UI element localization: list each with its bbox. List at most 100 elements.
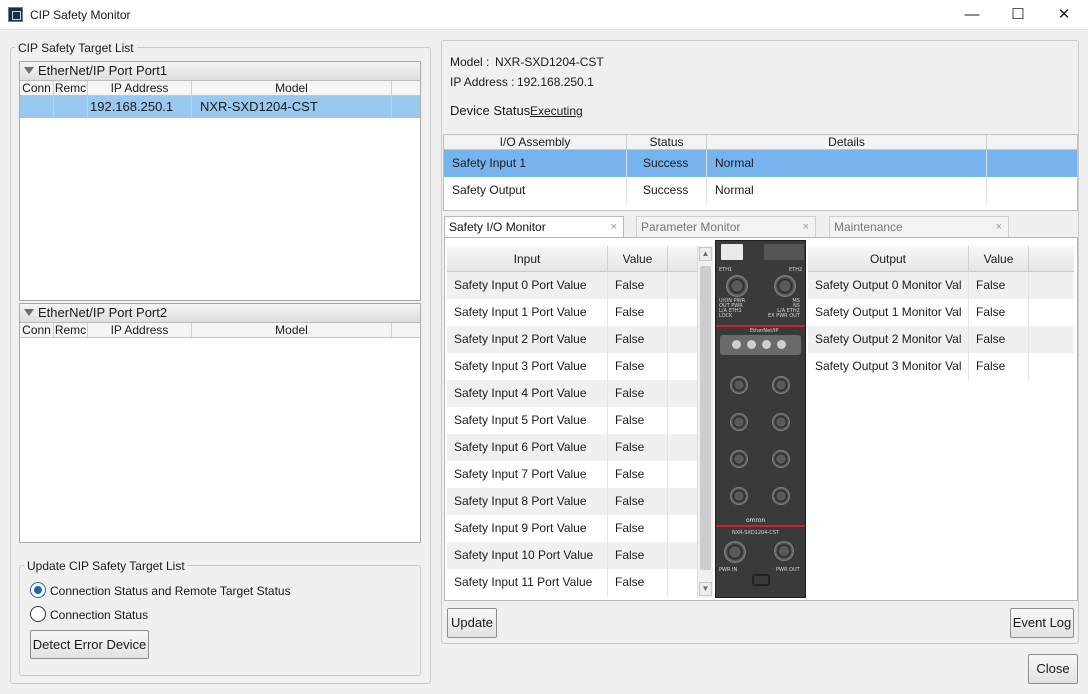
col-connection[interactable]: Conn [20,323,54,337]
radio-connection-status-label[interactable]: Connection Status [50,608,148,622]
device-right-led-labels: MS NS L/A ETH2 EX PWR OUT [768,298,800,319]
window-close-button[interactable]: ✕ [1041,0,1087,30]
table-row[interactable]: Safety Output 2 Monitor Val False [808,326,1074,353]
col-remote[interactable]: Remc [54,81,88,95]
device-eth1-label: ETH1 [719,267,733,273]
target-list-group-title: CIP Safety Target List [15,41,137,55]
eth2-port-icon [774,275,796,297]
table-row[interactable]: Safety Input 8 Port Value False [447,488,697,515]
assembly-status: Success [627,150,707,177]
eth1-port-icon [726,275,748,297]
io-name: Safety Input 11 Port Value [447,569,608,596]
device-ethernetip-label: EtherNet/IP [750,328,779,334]
col-model[interactable]: Model [192,323,392,337]
ip-address-label: IP Address : [450,75,515,89]
port1-panel: EtherNet/IP Port Port1 Conn Remc IP Addr… [19,61,421,301]
radio-connection-and-remote[interactable] [30,582,46,598]
output-rows: Safety Output 0 Monitor Val False Safety O… [808,272,1074,380]
detect-error-device-button[interactable]: Detect Error Device [30,630,149,659]
col-io-assembly[interactable]: I/O Assembly [444,135,627,149]
col-value[interactable]: Value [608,246,668,272]
io-value: False [608,380,668,407]
port2-header[interactable]: EtherNet/IP Port Port2 [20,304,420,323]
update-group-title: Update CIP Safety Target List [24,559,188,573]
col-model[interactable]: Model [192,81,392,95]
table-row[interactable]: Safety Input 3 Port Value False [447,353,697,380]
update-button[interactable]: Update [447,608,497,638]
collapse-triangle-icon[interactable] [24,309,34,316]
collapse-triangle-icon[interactable] [24,67,34,74]
target-row[interactable]: 192.168.250.1 NXR-SXD1204-CST [20,96,420,118]
col-remote[interactable]: Remc [54,323,88,337]
input-rows: Safety Input 0 Port Value False Safety Inp… [447,272,697,596]
event-log-button[interactable]: Event Log [1010,608,1074,638]
tab-close-icon[interactable]: × [996,217,1002,237]
scroll-thumb[interactable] [700,266,711,570]
table-row[interactable]: Safety Input 1 Success Normal [444,150,1077,177]
minimize-button[interactable]: — [949,0,995,30]
io-name: Safety Output 3 Monitor Val [808,353,969,380]
io-value: False [608,542,668,569]
table-row[interactable]: Safety Input 7 Port Value False [447,461,697,488]
input-table-header: Input Value [447,246,697,272]
table-row[interactable]: Safety Input 6 Port Value False [447,434,697,461]
radio-connection-and-remote-label[interactable]: Connection Status and Remote Target Stat… [50,584,291,598]
scroll-up-icon[interactable]: ▲ [699,247,712,261]
table-row[interactable]: Safety Output 0 Monitor Val False [808,272,1074,299]
table-row[interactable]: Safety Input 4 Port Value False [447,380,697,407]
table-row[interactable]: Safety Output 3 Monitor Val False [808,353,1074,380]
device-model-label: NXR-SXD1204-CST [732,530,779,536]
device-red-stripe [716,325,805,327]
device-left-led-labels: U/ON PWR OUT PWR L/A ETH1 LOCK [719,298,746,319]
io-name: Safety Input 4 Port Value [447,380,608,407]
radio-connection-status[interactable] [30,606,46,622]
table-row[interactable]: Safety Input 11 Port Value False [447,569,697,596]
col-connection[interactable]: Conn [20,81,54,95]
tab-close-icon[interactable]: × [803,217,809,237]
assembly-status: Success [627,177,707,204]
rotary-switch-icon [732,340,741,349]
scroll-down-icon[interactable]: ▼ [699,582,712,596]
col-value[interactable]: Value [969,246,1029,272]
input-table: Input Value Safety Input 0 Port Value Fal… [447,246,697,598]
device-status-value: Executing [530,104,583,118]
table-row[interactable]: Safety Output 1 Monitor Val False [808,299,1074,326]
io-value: False [608,407,668,434]
io-port-icon [772,487,790,505]
io-port-icon [730,413,748,431]
io-name: Safety Input 7 Port Value [447,461,608,488]
port1-header[interactable]: EtherNet/IP Port Port1 [20,62,420,81]
input-scrollbar[interactable]: ▲ ▼ [697,246,713,598]
col-status[interactable]: Status [627,135,707,149]
tab-close-icon[interactable]: × [611,217,617,237]
maximize-button[interactable]: ☐ [995,0,1041,30]
model-value: NXR-SXD1204-CST [495,55,604,69]
col-ip-address[interactable]: IP Address [88,81,192,95]
tab-maintenance[interactable]: Maintenance × [829,216,1009,237]
tab-label: Maintenance [834,220,903,234]
col-input[interactable]: Input [447,246,608,272]
table-row[interactable]: Safety Input 0 Port Value False [447,272,697,299]
device-image: ETH1 ETH2 U/ON PWR OUT PWR L/A ETH1 LOCK… [715,240,806,598]
table-row[interactable]: Safety Input 9 Port Value False [447,515,697,542]
table-row[interactable]: Safety Output Success Normal [444,177,1077,204]
io-name: Safety Output 2 Monitor Val [808,326,969,353]
device-mount-hole [752,574,770,586]
io-value: False [969,326,1029,353]
rotary-switch-icon [777,340,786,349]
table-row[interactable]: Safety Input 1 Port Value False [447,299,697,326]
table-row[interactable]: Safety Input 5 Port Value False [447,407,697,434]
io-value: False [608,434,668,461]
tab-safety-io-monitor[interactable]: Safety I/O Monitor × [444,216,624,237]
ip-address-value: 192.168.250.1 [517,75,594,89]
table-row[interactable]: Safety Input 10 Port Value False [447,542,697,569]
col-details[interactable]: Details [707,135,987,149]
table-row[interactable]: Safety Input 2 Port Value False [447,326,697,353]
tab-parameter-monitor[interactable]: Parameter Monitor × [636,216,816,237]
model-label: Model : [450,55,490,69]
col-output[interactable]: Output [808,246,969,272]
power-in-connector-icon [724,541,746,563]
col-ip-address[interactable]: IP Address [88,323,192,337]
io-value: False [608,353,668,380]
close-button[interactable]: Close [1028,654,1078,684]
